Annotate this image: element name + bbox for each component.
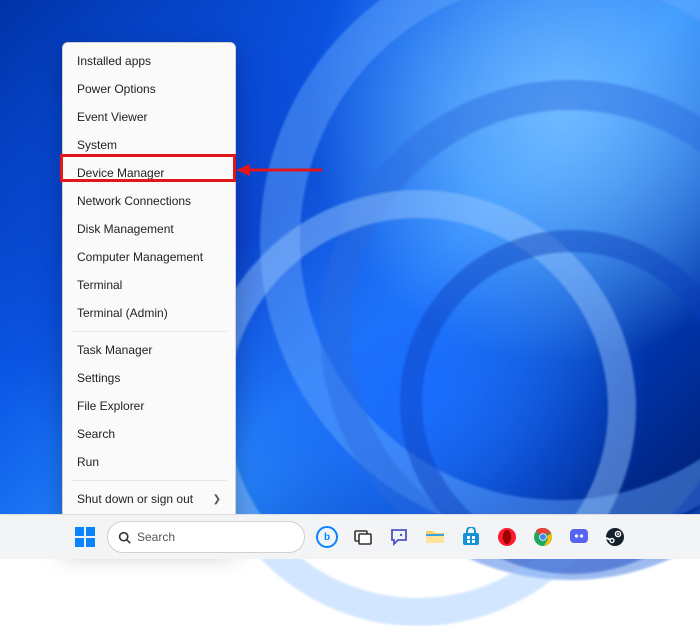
menu-item-label: Search (77, 427, 115, 441)
menu-item-label: Settings (77, 371, 120, 385)
search-icon (118, 531, 131, 544)
discord-icon[interactable] (565, 523, 593, 551)
menu-item-label: Task Manager (77, 343, 152, 357)
winx-context-menu: Installed apps Power Options Event Viewer S… (62, 42, 236, 546)
menu-item-computer-management[interactable]: Computer Management (63, 243, 235, 271)
menu-item-file-explorer[interactable]: File Explorer (63, 392, 235, 420)
menu-item-disk-management[interactable]: Disk Management (63, 215, 235, 243)
bing-icon[interactable]: b (313, 523, 341, 551)
search-placeholder: Search (137, 530, 175, 544)
menu-item-label: Network Connections (77, 194, 191, 208)
menu-item-label: Power Options (77, 82, 156, 96)
menu-item-power-options[interactable]: Power Options (63, 75, 235, 103)
menu-item-label: Terminal (Admin) (77, 306, 168, 320)
menu-item-label: Device Manager (77, 166, 164, 180)
menu-item-run[interactable]: Run (63, 448, 235, 476)
opera-icon[interactable] (493, 523, 521, 551)
menu-separator (71, 331, 227, 332)
steam-icon[interactable] (601, 523, 629, 551)
menu-item-settings[interactable]: Settings (63, 364, 235, 392)
taskbar-search-box[interactable]: Search (107, 521, 305, 553)
menu-item-terminal[interactable]: Terminal (63, 271, 235, 299)
start-icon[interactable] (71, 523, 99, 551)
menu-item-task-manager[interactable]: Task Manager (63, 336, 235, 364)
menu-item-label: Installed apps (77, 54, 151, 68)
menu-item-label: System (77, 138, 117, 152)
menu-item-device-manager[interactable]: Device Manager (63, 159, 235, 187)
chevron-right-icon: ❯ (213, 494, 221, 505)
menu-separator (71, 480, 227, 481)
menu-item-label: Disk Management (77, 222, 174, 236)
menu-item-label: Terminal (77, 278, 122, 292)
menu-item-system[interactable]: System (63, 131, 235, 159)
menu-item-installed-apps[interactable]: Installed apps (63, 47, 235, 75)
menu-item-label: Computer Management (77, 250, 203, 264)
menu-item-network-connections[interactable]: Network Connections (63, 187, 235, 215)
menu-item-label: Event Viewer (77, 110, 147, 124)
chrome-icon[interactable] (529, 523, 557, 551)
menu-item-label: Run (77, 455, 99, 469)
menu-item-label: File Explorer (77, 399, 144, 413)
menu-item-event-viewer[interactable]: Event Viewer (63, 103, 235, 131)
store-icon[interactable] (457, 523, 485, 551)
chat-icon[interactable] (385, 523, 413, 551)
menu-item-terminal-admin[interactable]: Terminal (Admin) (63, 299, 235, 327)
menu-item-label: Shut down or sign out (77, 492, 193, 506)
file-explorer-icon[interactable] (421, 523, 449, 551)
menu-item-search[interactable]: Search (63, 420, 235, 448)
menu-item-shut-down-or-sign-out[interactable]: Shut down or sign out ❯ (63, 485, 235, 513)
task-view-icon[interactable] (349, 523, 377, 551)
taskbar: Search b (0, 514, 700, 559)
